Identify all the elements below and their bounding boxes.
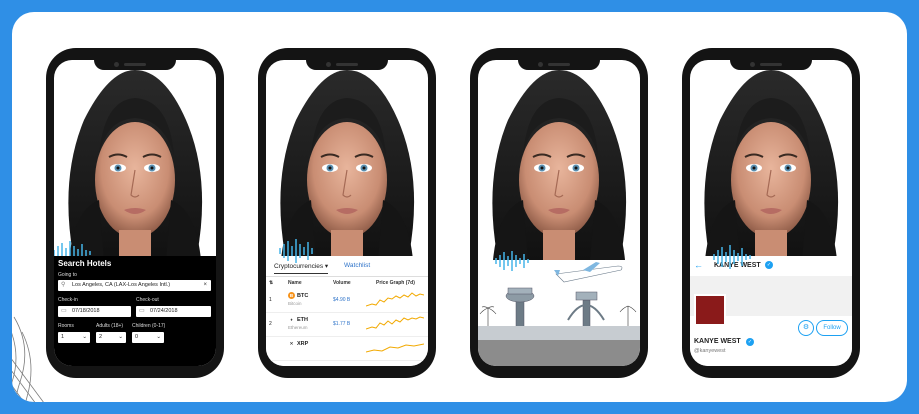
row-volume: $1.77 B — [333, 321, 351, 327]
back-arrow-icon[interactable]: ← — [694, 260, 703, 270]
clear-icon[interactable]: × — [203, 280, 207, 291]
table-row[interactable]: 1 B BTC Bitcoin $4.90 B — [266, 288, 428, 313]
calendar-icon: ▭ — [139, 308, 145, 314]
column-volume[interactable]: Volume — [333, 280, 351, 286]
destination-input[interactable]: ⚲ Los Angeles, CA (LAX-Los Angeles Intl.… — [58, 280, 211, 291]
row-rank: 2 — [269, 321, 272, 327]
table-row[interactable]: ✕ XRP — [266, 336, 428, 361]
checkin-input[interactable]: ▭ 07/18/2018 — [58, 306, 131, 317]
ethereum-icon: ♦ — [288, 316, 295, 323]
row-name: Ethereum — [288, 325, 308, 330]
follow-button[interactable]: Follow — [816, 320, 848, 336]
phone-hotel: Search Hotels Going to ⚲ Los Angeles, CA… — [46, 48, 224, 378]
adults-label: Adults (18+) — [96, 323, 124, 329]
rooms-value: 1 — [61, 334, 65, 340]
phone-screen: Search Hotels Going to ⚲ Los Angeles, CA… — [54, 60, 216, 366]
social-profile: ← KANYE WEST ✓ ⚙ Follow KANYE WEST ✓ @ka… — [690, 256, 852, 366]
rooms-label: Rooms — [58, 323, 74, 329]
row-symbol: B BTC — [288, 292, 309, 299]
checkin-value: 07/18/2018 — [72, 308, 100, 314]
row-volume: $4.90 B — [333, 297, 351, 303]
row-rank: 1 — [269, 297, 272, 303]
chevron-down-icon: ⌄ — [156, 334, 161, 340]
checkin-label: Check-in — [58, 297, 78, 303]
rooms-select[interactable]: 1 ⌄ — [58, 332, 90, 343]
chevron-down-icon: ⌄ — [118, 334, 123, 340]
tab-watchlist[interactable]: Watchlist — [344, 262, 370, 269]
price-sparkline — [366, 292, 424, 307]
price-sparkline — [366, 316, 424, 330]
destination-value: Los Angeles, CA (LAX-Los Angeles Intl.) — [72, 282, 171, 288]
phone-profile: ← KANYE WEST ✓ ⚙ Follow KANYE WEST ✓ @ka… — [682, 48, 860, 378]
avatar-face-image — [491, 69, 628, 260]
calendar-icon: ▭ — [61, 308, 67, 314]
price-sparkline — [366, 343, 424, 353]
speaker-grille — [548, 63, 570, 66]
settings-gear-icon[interactable]: ⚙ — [798, 320, 814, 336]
speaker-grille — [124, 63, 146, 66]
chevron-down-icon: ⌄ — [82, 334, 87, 340]
sort-icon[interactable]: ⇅ — [269, 280, 273, 286]
verified-icon: ✓ — [746, 338, 754, 346]
row-symbol: ♦ ETH — [288, 316, 308, 323]
children-label: Children (0-17) — [132, 323, 166, 329]
front-camera — [326, 62, 331, 67]
column-name[interactable]: Name — [288, 280, 302, 286]
checkout-input[interactable]: ▭ 07/24/2018 — [136, 306, 211, 317]
checkout-label: Check-out — [136, 297, 159, 303]
speaker-grille — [760, 63, 782, 66]
front-camera — [538, 62, 543, 67]
profile-handle: @kanyewest — [694, 348, 726, 354]
row-name: Bitcoin — [288, 301, 302, 306]
adults-select[interactable]: 2 ⌄ — [96, 332, 126, 343]
hotel-search-form: Search Hotels Going to ⚲ Los Angeles, CA… — [54, 256, 216, 366]
children-value: 0 — [135, 334, 139, 340]
voice-wave-icon — [279, 239, 313, 263]
avatar-face-image — [703, 69, 840, 260]
voice-wave-icon — [713, 245, 751, 269]
phone-crypto: Cryptocurrencies ▾ Watchlist ⇅ Name Volu… — [258, 48, 436, 378]
form-title: Search Hotels — [58, 259, 112, 268]
crypto-list: Cryptocurrencies ▾ Watchlist ⇅ Name Volu… — [266, 256, 428, 366]
phone-screen: ← KANYE WEST ✓ ⚙ Follow KANYE WEST ✓ @ka… — [690, 60, 852, 366]
airport-illustration — [478, 262, 640, 366]
checkout-value: 07/24/2018 — [150, 308, 178, 314]
phone-screen: Cryptocurrencies ▾ Watchlist ⇅ Name Volu… — [266, 60, 428, 366]
adults-value: 2 — [99, 334, 103, 340]
front-camera — [114, 62, 119, 67]
row-symbol: ✕ XRP — [288, 340, 309, 347]
table-row[interactable]: 2 ♦ ETH Ethereum $1.77 B — [266, 312, 428, 337]
avatar-face-image — [67, 69, 204, 260]
going-to-label: Going to — [58, 272, 77, 278]
profile-avatar[interactable] — [694, 294, 726, 326]
location-pin-icon: ⚲ — [61, 282, 66, 288]
phone-screen — [478, 60, 640, 366]
xrp-icon: ✕ — [288, 340, 295, 347]
phone-airport — [470, 48, 648, 378]
children-select[interactable]: 0 ⌄ — [132, 332, 164, 343]
avatar-face-image — [279, 69, 416, 260]
speaker-grille — [336, 63, 358, 66]
airplane-icon — [554, 262, 623, 283]
bitcoin-icon: B — [288, 292, 295, 299]
profile-name: KANYE WEST — [694, 338, 741, 345]
column-price-graph: Price Graph (7d) — [376, 280, 415, 286]
front-camera — [750, 62, 755, 67]
